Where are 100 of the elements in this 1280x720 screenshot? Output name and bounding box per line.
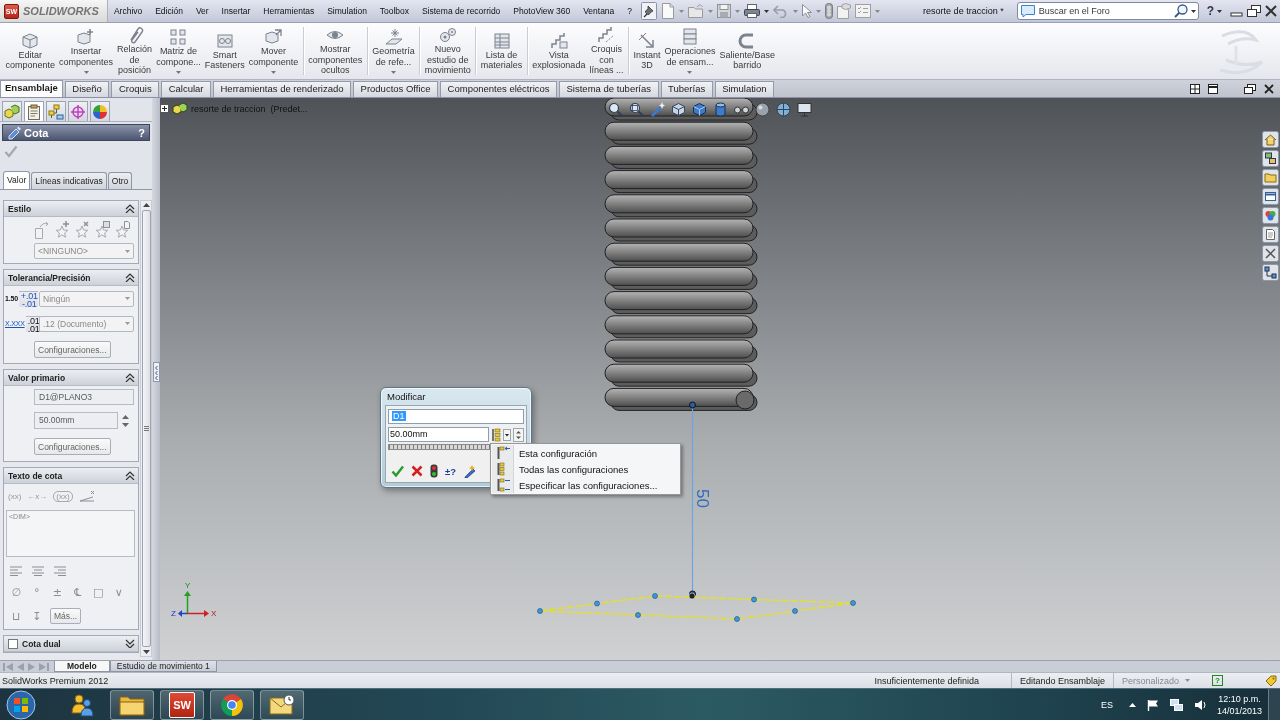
wand-icon[interactable] bbox=[650, 102, 665, 117]
toolbar-button[interactable]: Smart Fasteners bbox=[203, 23, 247, 79]
folder-icon[interactable] bbox=[119, 693, 145, 716]
magnifier-icon[interactable] bbox=[629, 102, 644, 117]
menu-item[interactable]: Simulation bbox=[320, 6, 374, 16]
star-page-icon[interactable] bbox=[114, 221, 130, 239]
network-icon[interactable] bbox=[1169, 698, 1183, 711]
tab[interactable]: Valor bbox=[3, 171, 31, 189]
angle-icon[interactable] bbox=[78, 490, 95, 502]
toolbar-button[interactable]: Relación de posición bbox=[115, 23, 154, 79]
align-right-icon[interactable] bbox=[54, 566, 66, 576]
scrollbar[interactable] bbox=[140, 200, 152, 657]
dropdown-button[interactable] bbox=[503, 428, 511, 441]
align-center-icon[interactable] bbox=[32, 566, 44, 576]
collapse-icon[interactable] bbox=[125, 273, 135, 282]
search-icon[interactable] bbox=[1173, 4, 1188, 18]
panel-tab[interactable] bbox=[90, 101, 110, 121]
ribbon-tab[interactable]: Herramientas de renderizado bbox=[213, 81, 352, 97]
panel-tab[interactable] bbox=[68, 101, 88, 121]
toolbar-button[interactable]: Insertar componentes bbox=[57, 23, 115, 79]
group-header[interactable]: Texto de cota bbox=[4, 468, 138, 484]
group-header[interactable]: Tolerancia/Precisión bbox=[4, 270, 138, 286]
expand-icon[interactable] bbox=[125, 639, 135, 648]
ribbon-tab[interactable]: Sistema de tuberías bbox=[559, 81, 659, 97]
menu-item[interactable]: Edición bbox=[148, 6, 190, 16]
caret-icon[interactable] bbox=[1217, 9, 1222, 13]
checkbox[interactable] bbox=[8, 638, 18, 649]
spin-buttons[interactable] bbox=[513, 427, 524, 442]
document-icon[interactable] bbox=[1262, 226, 1279, 243]
clock-date[interactable]: 14/01/2013 bbox=[1216, 704, 1262, 717]
toolbar-button[interactable]: Nuevo estudio de movimiento bbox=[423, 23, 473, 79]
thumbwheel[interactable] bbox=[388, 444, 492, 450]
monitor-icon[interactable] bbox=[797, 102, 812, 117]
language-indicator[interactable]: ES bbox=[1100, 699, 1113, 710]
toolbar-button[interactable]: Mostrar componentes ocultos bbox=[306, 23, 364, 79]
expand-icon[interactable] bbox=[160, 104, 169, 113]
save-icon[interactable] bbox=[717, 4, 732, 18]
house-icon[interactable] bbox=[1262, 131, 1279, 148]
print-icon[interactable] bbox=[744, 4, 761, 18]
caret-icon[interactable] bbox=[764, 9, 770, 13]
close-icon[interactable] bbox=[1265, 5, 1277, 17]
group-header[interactable]: Cota dual bbox=[4, 636, 138, 652]
tolerance-button[interactable]: ±? bbox=[445, 465, 457, 477]
ribbon-tab[interactable]: Productos Office bbox=[353, 81, 439, 97]
show-desktop-button[interactable] bbox=[1268, 689, 1280, 720]
cylinder-icon[interactable] bbox=[713, 102, 728, 117]
menu-item[interactable]: Sistema de recorrido bbox=[415, 6, 507, 16]
up-caret-icon[interactable] bbox=[1128, 702, 1136, 707]
pointer-icon[interactable] bbox=[802, 4, 813, 18]
help-button[interactable]: ? bbox=[1206, 4, 1214, 18]
circle-logo-icon[interactable] bbox=[220, 692, 244, 717]
menu-item[interactable]: Insertar bbox=[215, 6, 257, 16]
taskbar-button[interactable] bbox=[210, 689, 254, 720]
more-button[interactable]: Más... bbox=[50, 608, 82, 624]
value-field[interactable]: 50.00mm bbox=[388, 427, 489, 442]
help-button[interactable]: ? bbox=[138, 126, 145, 139]
toolbar-button[interactable]: Geometría de refe... bbox=[370, 23, 417, 79]
align-left-icon[interactable] bbox=[10, 566, 22, 576]
up-arrow-icon[interactable] bbox=[142, 203, 150, 207]
menu-item[interactable]: PhotoView 360 bbox=[506, 6, 577, 16]
panel-tab[interactable] bbox=[46, 101, 66, 121]
search-field[interactable]: Buscar en el Foro bbox=[1016, 2, 1199, 20]
taskbar-button[interactable] bbox=[260, 689, 304, 720]
app-logo[interactable]: SW bbox=[169, 691, 195, 718]
cube-icon[interactable] bbox=[692, 102, 707, 117]
restore-icon[interactable] bbox=[1244, 83, 1256, 94]
menu-item[interactable]: Toolbox bbox=[373, 6, 416, 16]
taskbar-button[interactable] bbox=[110, 689, 154, 720]
close-icon[interactable] bbox=[1264, 83, 1274, 94]
star-cross-icon[interactable] bbox=[74, 221, 90, 239]
people-icon[interactable] bbox=[70, 692, 94, 717]
menu-item[interactable]: Ver bbox=[189, 6, 216, 16]
tree-icon[interactable] bbox=[491, 427, 501, 442]
toolbar-button[interactable]: Mover componente bbox=[247, 23, 300, 79]
stacked-boxes-icon[interactable] bbox=[1262, 150, 1279, 167]
globe-icon[interactable] bbox=[776, 102, 791, 117]
collapse-handle[interactable] bbox=[152, 362, 160, 382]
toolbar-button[interactable]: Editar componente bbox=[4, 23, 57, 79]
menu-item[interactable]: Esta configuración bbox=[492, 445, 679, 461]
tab[interactable]: Líneas indicativas bbox=[31, 172, 107, 189]
menu-item[interactable]: Especificar las configuraciones... bbox=[492, 477, 679, 493]
check-icon[interactable] bbox=[391, 465, 404, 477]
cancel-icon[interactable] bbox=[411, 465, 423, 477]
star-square-icon[interactable] bbox=[94, 221, 110, 239]
sphere-icon[interactable] bbox=[755, 102, 770, 117]
envelope-icon[interactable] bbox=[269, 693, 295, 716]
help-button[interactable]: ? bbox=[1212, 675, 1223, 686]
taskbar-button[interactable]: SW bbox=[160, 689, 204, 720]
window-icon[interactable] bbox=[1262, 188, 1279, 205]
ribbon-tab[interactable]: Croquis bbox=[111, 81, 160, 97]
clock-time[interactable]: 12:10 p.m. bbox=[1218, 692, 1261, 705]
panel-tab[interactable] bbox=[24, 101, 44, 121]
checklist-icon[interactable] bbox=[855, 4, 872, 18]
wand-icon[interactable] bbox=[463, 464, 478, 478]
connected-boxes-icon[interactable] bbox=[1262, 264, 1279, 281]
pin-icon[interactable] bbox=[641, 2, 658, 20]
panel-tab[interactable] bbox=[2, 101, 22, 121]
ribbon-tab[interactable]: Componentes eléctricos bbox=[440, 81, 558, 97]
menu-item[interactable]: ? bbox=[620, 6, 639, 16]
ribbon-tab[interactable]: Simulation bbox=[714, 81, 775, 97]
